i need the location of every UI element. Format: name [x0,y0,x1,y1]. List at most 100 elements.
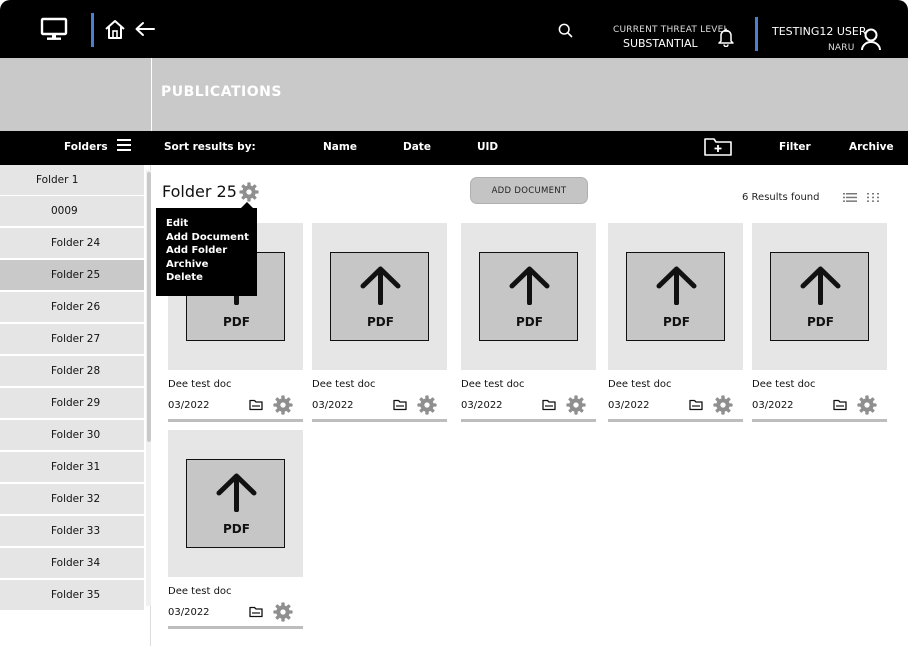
folder-plus-icon[interactable] [703,135,733,157]
document-thumbnail[interactable]: PDF [168,430,303,577]
user-name[interactable]: TESTING12 USER [772,25,867,38]
document-type-label: PDF [807,315,834,329]
filter-button[interactable]: Filter [779,141,811,153]
document-preview: PDF [626,252,725,341]
document-thumbnail[interactable]: PDF [461,223,596,370]
add-document-button[interactable]: ADD DOCUMENT [470,177,588,204]
gear-icon[interactable] [566,395,586,415]
add-document-label: ADD DOCUMENT [491,185,567,196]
sidebar-item-label: Folder 25 [51,269,101,281]
document-date: 03/2022 [168,400,210,411]
sidebar-item-folder-1[interactable]: Folder 1 [0,165,144,195]
document-preview: PDF [330,252,429,341]
menu-item-add-folder[interactable]: Add Folder [166,244,257,258]
folder-context-menu: Edit Add Document Add Folder Archive Del… [156,202,257,296]
sidebar-item-folder-27[interactable]: Folder 27 [0,324,144,354]
gear-icon[interactable] [273,602,293,622]
sidebar-item-label: Folder 31 [51,461,101,473]
gear-icon[interactable] [713,395,733,415]
sidebar-item-label: Folder 29 [51,397,101,409]
document-date: 03/2022 [168,607,210,618]
document-title[interactable]: Dee test doc [312,379,376,390]
sidebar-item-label: Folder 26 [51,301,101,313]
sidebar-item-folder-29[interactable]: Folder 29 [0,388,144,418]
archive-button[interactable]: Archive [849,141,894,153]
folders-label: Folders [64,141,108,153]
gear-icon[interactable] [239,182,259,202]
sidebar-item-label: Folder 24 [51,237,101,249]
hamburger-icon[interactable] [117,139,131,151]
upload-arrow-icon [656,266,697,305]
document-title[interactable]: Dee test doc [168,586,232,597]
document-type-label: PDF [223,315,250,329]
gear-icon[interactable] [273,395,293,415]
banner-left [0,58,151,131]
folder-icon[interactable] [249,399,263,411]
threat-level-label: CURRENT THREAT LEVEL [613,25,729,35]
sidebar-item-folder-31[interactable]: Folder 31 [0,452,144,482]
document-date: 03/2022 [752,400,794,411]
home-icon[interactable] [104,19,126,40]
sidebar-item-label: Folder 32 [51,493,101,505]
folder-icon[interactable] [542,399,556,411]
document-title[interactable]: Dee test doc [608,379,672,390]
search-icon[interactable] [558,23,573,38]
document-title[interactable]: Dee test doc [752,379,816,390]
document-type-label: PDF [663,315,690,329]
document-thumbnail[interactable]: PDF [608,223,743,370]
sidebar-item-folder-26[interactable]: Folder 26 [0,292,144,322]
monitor-icon[interactable] [40,17,68,41]
sidebar-item-folder-33[interactable]: Folder 33 [0,516,144,546]
card-divider [461,419,596,422]
sidebar-item-label: Folder 28 [51,365,101,377]
sidebar-item-folder-30[interactable]: Folder 30 [0,420,144,450]
document-date: 03/2022 [461,400,503,411]
document-preview: PDF [770,252,869,341]
user-icon[interactable] [860,27,882,51]
menu-item-archive[interactable]: Archive [166,258,257,272]
document-preview: PDF [186,459,285,548]
sidebar-item-folder-24[interactable]: Folder 24 [0,228,144,258]
sidebar-item-folder-25[interactable]: Folder 25 [0,260,144,290]
sidebar-scrollbar[interactable] [147,172,151,442]
sort-by-uid[interactable]: UID [477,141,498,153]
document-title[interactable]: Dee test doc [168,379,232,390]
folder-icon[interactable] [833,399,847,411]
document-thumbnail[interactable]: PDF [752,223,887,370]
sidebar-item-label: 0009 [51,205,78,217]
document-thumbnail[interactable]: PDF [312,223,447,370]
sidebar-item-folder-34[interactable]: Folder 34 [0,548,144,578]
folder-title: Folder 25 [162,182,237,201]
arrow-left-icon[interactable] [134,21,156,37]
sidebar-item-label: Folder 30 [51,429,101,441]
upload-arrow-icon [216,473,257,512]
menu-item-delete[interactable]: Delete [166,271,257,285]
card-divider [752,419,887,422]
sidebar-item-folder-28[interactable]: Folder 28 [0,356,144,386]
card-divider [168,626,303,629]
user-org: NARU [828,43,855,53]
upload-arrow-icon [360,266,401,305]
list-view-icon[interactable] [843,193,857,202]
threat-level-value: SUBSTANTIAL [623,37,698,50]
menu-item-add-document[interactable]: Add Document [166,231,257,245]
document-preview: PDF [479,252,578,341]
sort-by-name[interactable]: Name [323,141,357,153]
results-count: 6 Results found [742,192,820,203]
accent-divider [91,13,94,47]
folder-icon[interactable] [689,399,703,411]
gear-icon[interactable] [417,395,437,415]
grid-view-icon[interactable] [867,193,879,202]
bell-icon[interactable] [717,27,735,47]
sidebar-item-folder-35[interactable]: Folder 35 [0,580,144,610]
gear-icon[interactable] [857,395,877,415]
folder-icon[interactable] [393,399,407,411]
sort-by-date[interactable]: Date [403,141,431,153]
sidebar-item-0009[interactable]: 0009 [0,196,144,226]
folder-icon[interactable] [249,606,263,618]
page-title: PUBLICATIONS [161,84,282,100]
menu-item-edit[interactable]: Edit [166,217,257,231]
upload-arrow-icon [509,266,550,305]
sidebar-item-folder-32[interactable]: Folder 32 [0,484,144,514]
document-title[interactable]: Dee test doc [461,379,525,390]
